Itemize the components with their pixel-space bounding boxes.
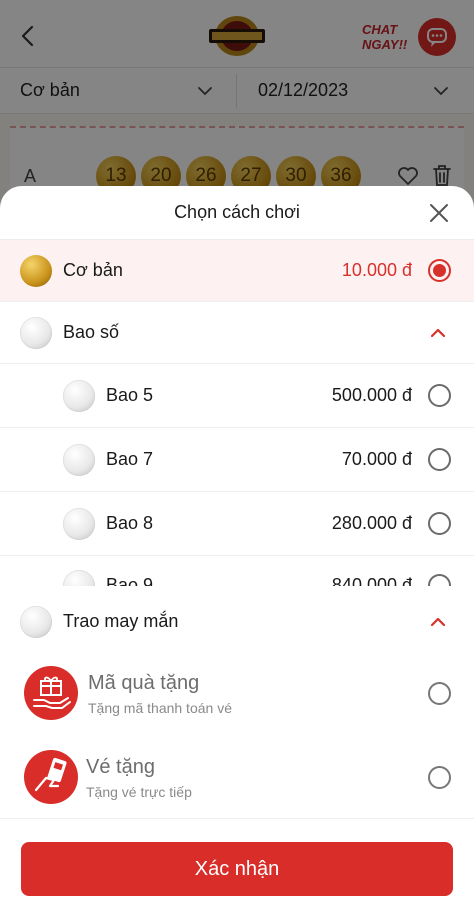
white-ball-icon: [20, 317, 52, 349]
radio-bao-5[interactable]: [428, 384, 451, 407]
option-label: Cơ bản: [63, 260, 123, 280]
group-bao-so[interactable]: Bao số: [0, 302, 474, 364]
white-ball-icon: [63, 508, 95, 540]
option-bao-7[interactable]: Bao 7 70.000 đ: [0, 428, 474, 492]
option-price: 10.000 đ: [341, 260, 412, 280]
chevron-up-icon[interactable]: [428, 326, 448, 340]
radio-bao-8[interactable]: [428, 512, 451, 535]
option-title: Vé tặng: [86, 756, 155, 778]
divider: [0, 818, 474, 819]
group-label: Trao may mắn: [63, 611, 179, 631]
option-label: Bao 8: [106, 513, 154, 533]
option-bao-5[interactable]: Bao 5 500.000 đ: [0, 364, 474, 428]
radio-gift-ticket[interactable]: [428, 766, 451, 789]
gift-hand-icon: [24, 666, 78, 720]
radio-bao-7[interactable]: [428, 448, 451, 471]
option-basic[interactable]: Cơ bản 10.000 đ: [0, 240, 474, 302]
option-title: Mã quà tặng: [88, 672, 200, 694]
option-subtitle: Tặng mã thanh toán vé: [88, 700, 232, 716]
close-icon[interactable]: [426, 200, 452, 226]
sheet-title: Chọn cách chơi: [174, 202, 300, 222]
option-price: 280.000 đ: [331, 513, 412, 533]
radio-gift-code[interactable]: [428, 682, 451, 705]
chevron-up-icon[interactable]: [428, 615, 448, 629]
option-subtitle: Tặng vé trực tiếp: [86, 784, 192, 800]
group-lucky[interactable]: Trao may mắn: [0, 602, 474, 642]
play-type-sheet: Chọn cách chơi Cơ bản 10.000 đ Bao số Ba…: [0, 186, 474, 910]
gold-ball-icon: [20, 255, 52, 287]
option-label: Bao 5: [106, 385, 154, 405]
white-ball-icon: [63, 444, 95, 476]
confirm-button[interactable]: Xác nhận: [21, 842, 453, 896]
group-label: Bao số: [63, 322, 120, 342]
option-price: 500.000 đ: [331, 385, 412, 405]
radio-basic[interactable]: [428, 259, 451, 282]
white-ball-icon: [20, 606, 52, 638]
option-bao-8[interactable]: Bao 8 280.000 đ: [0, 492, 474, 556]
ticket-hand-icon: [24, 750, 78, 804]
scroll-clip: [0, 586, 474, 602]
option-gift-code[interactable]: Mã quà tặng Tặng mã thanh toán vé: [0, 652, 474, 734]
option-price: 70.000 đ: [341, 449, 412, 469]
option-gift-ticket[interactable]: Vé tặng Tặng vé trực tiếp: [0, 736, 474, 818]
white-ball-icon: [63, 380, 95, 412]
option-label: Bao 7: [106, 449, 154, 469]
